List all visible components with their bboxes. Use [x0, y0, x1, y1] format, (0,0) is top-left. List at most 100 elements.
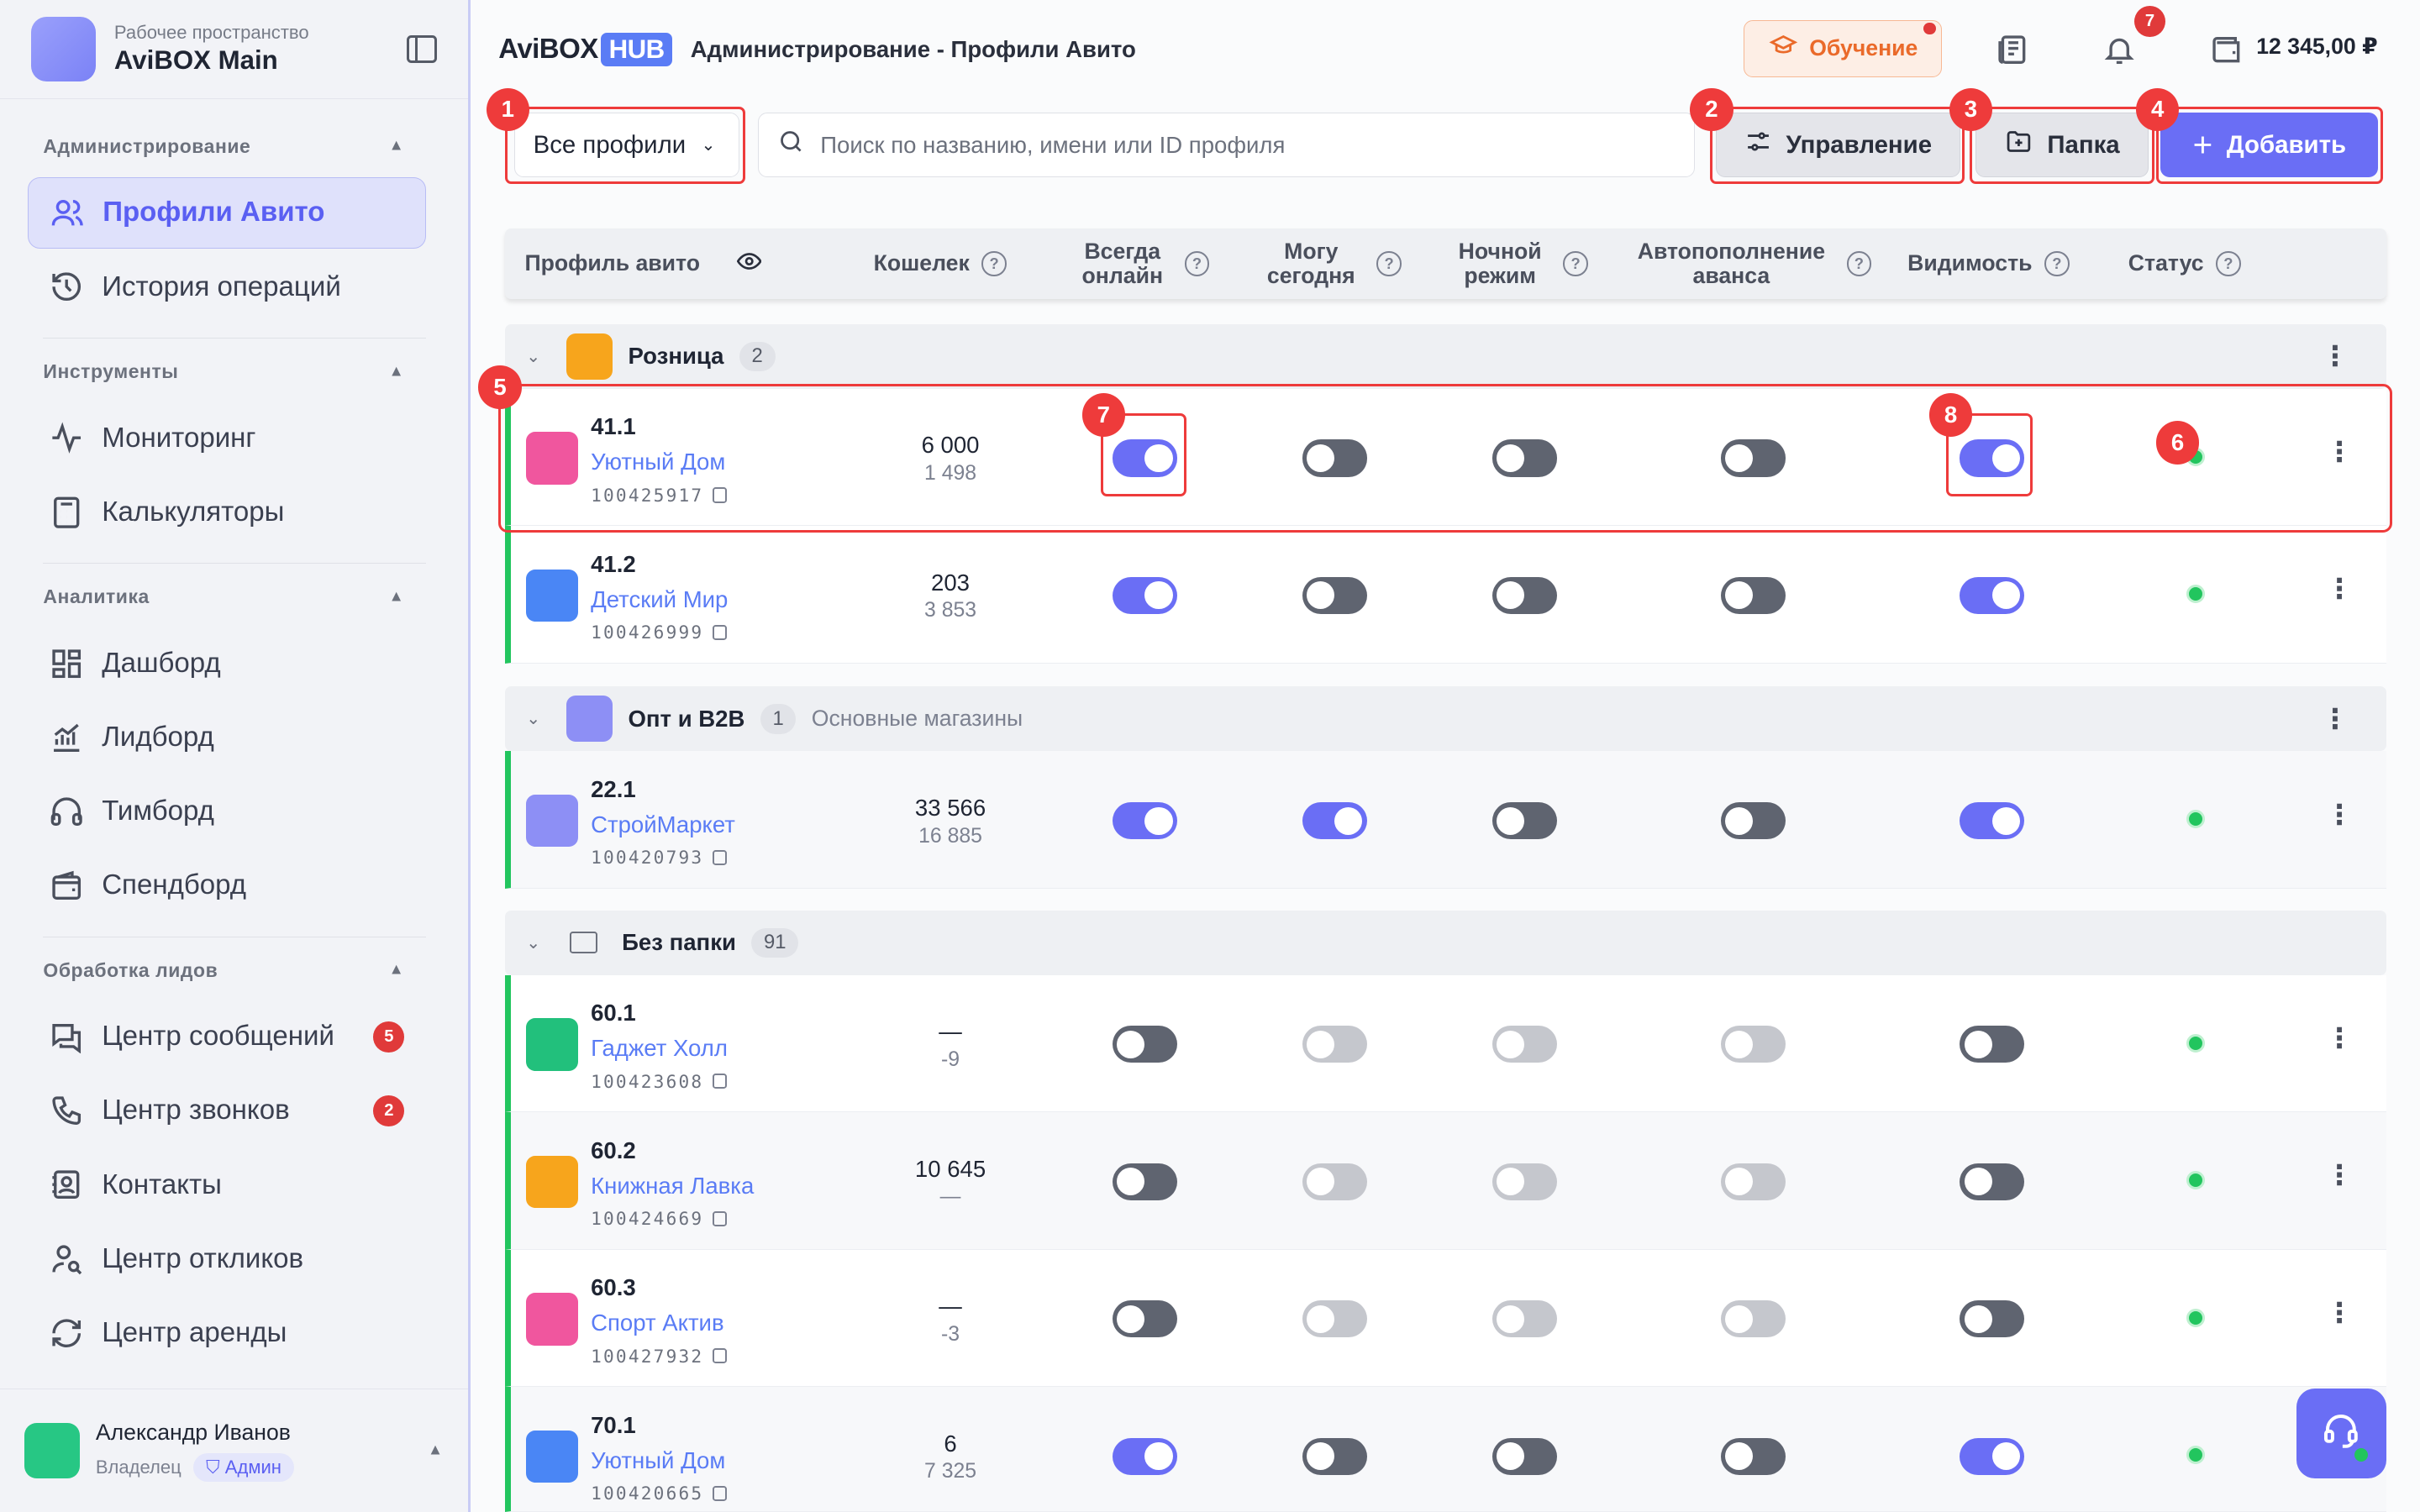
chevron-up-icon[interactable]: ▼	[428, 1441, 443, 1460]
copy-icon[interactable]	[713, 487, 727, 503]
col-visibility[interactable]: Видимость?	[1907, 228, 2070, 299]
folder-button[interactable]: Папка	[1975, 113, 2149, 178]
sidebar-item-avito-profiles[interactable]: Профили Авито	[28, 177, 426, 249]
toggle-visibility[interactable]	[1960, 439, 2025, 477]
more-vertical-icon[interactable]: ⋮	[2326, 1021, 2354, 1055]
help-icon[interactable]: ?	[1376, 251, 1402, 276]
workspace-switcher[interactable]: Рабочее пространство AviBOX Main	[0, 0, 469, 99]
more-vertical-icon[interactable]: ⋮	[2326, 572, 2354, 606]
more-vertical-icon[interactable]: ⋮	[2326, 798, 2354, 832]
col-wallet[interactable]: Кошелек?	[874, 228, 1007, 299]
eye-icon[interactable]	[736, 251, 762, 276]
sidebar-collapse-icon[interactable]	[406, 34, 438, 63]
profile-name-link[interactable]: Гаджет Холл	[591, 1035, 728, 1062]
toggle-autofill[interactable]	[1720, 1300, 1786, 1338]
sidebar-item-contacts[interactable]: Контакты	[28, 1149, 426, 1220]
sidebar-item-calculators[interactable]: Калькуляторы	[28, 477, 426, 548]
table-row[interactable]: 41.1 Уютный Дом 100425917 6 000 1 498 ⋮	[504, 388, 2386, 527]
section-tools-header[interactable]: Инструменты ▼	[0, 356, 448, 387]
news-icon[interactable]	[1994, 31, 2031, 68]
toggle-night-mode[interactable]	[1491, 1437, 1557, 1475]
section-leads-header[interactable]: Обработка лидов ▼	[0, 955, 448, 986]
toggle-always-online[interactable]	[1112, 576, 1178, 614]
chevron-up-icon[interactable]: ▼	[388, 961, 404, 979]
copy-icon[interactable]	[713, 624, 727, 641]
toggle-night-mode[interactable]	[1491, 1300, 1557, 1338]
toggle-autofill[interactable]	[1720, 1163, 1786, 1200]
profile-name-link[interactable]: Спорт Актив	[591, 1310, 724, 1336]
toggle-always-online[interactable]	[1112, 439, 1178, 477]
chevron-up-icon[interactable]: ▼	[388, 363, 404, 381]
profile-name-link[interactable]: Уютный Дом	[591, 1447, 725, 1474]
toggle-visibility[interactable]	[1960, 1437, 2025, 1475]
more-vertical-icon[interactable]: ⋮	[2326, 435, 2354, 469]
sidebar-item-responses[interactable]: Центр откликов	[28, 1224, 426, 1294]
table-row[interactable]: 22.1 СтройМаркет 100420793 33 566 16 885 …	[504, 751, 2386, 889]
profile-name-link[interactable]: Книжная Лавка	[591, 1173, 754, 1200]
toggle-night-mode[interactable]	[1491, 576, 1557, 614]
toggle-night-mode[interactable]	[1491, 1026, 1557, 1063]
col-autofill[interactable]: Автопополнение аванса?	[1638, 228, 1872, 299]
toggle-night-mode[interactable]	[1491, 1163, 1557, 1200]
manage-button[interactable]: Управление	[1716, 113, 1960, 178]
profile-filter-select[interactable]: Все профили ⌄	[513, 113, 739, 178]
sidebar-item-leadboard[interactable]: Лидборд	[28, 702, 426, 773]
copy-icon[interactable]	[713, 1074, 727, 1089]
toggle-autofill[interactable]	[1720, 1026, 1786, 1063]
toggle-always-online[interactable]	[1112, 802, 1178, 840]
toggle-autofill[interactable]	[1720, 439, 1786, 477]
table-row[interactable]: 60.2 Книжная Лавка 100424669 10 645 — ⋮	[504, 1112, 2386, 1250]
bell-icon[interactable]	[2101, 31, 2138, 68]
group-header-retail[interactable]: ⌄ Розница 2 ⋮	[504, 323, 2386, 389]
col-always-online[interactable]: Всегда онлайн?	[1082, 228, 1210, 299]
col-can-today[interactable]: Могу сегодня?	[1267, 228, 1402, 299]
sidebar-item-dashboard[interactable]: Дашборд	[28, 628, 426, 699]
col-status[interactable]: Статус?	[2128, 228, 2241, 299]
help-icon[interactable]: ?	[2044, 251, 2070, 276]
group-header-no-folder[interactable]: ⌄ Без папки 91	[504, 910, 2386, 975]
chevron-down-icon[interactable]: ⌄	[526, 346, 550, 367]
toggle-always-online[interactable]	[1112, 1300, 1178, 1338]
more-vertical-icon[interactable]: ⋮	[2326, 1296, 2354, 1330]
sidebar-item-calls[interactable]: Центр звонков 2	[28, 1075, 426, 1146]
help-icon[interactable]: ?	[1563, 251, 1588, 276]
toggle-autofill[interactable]	[1720, 1437, 1786, 1475]
chevron-down-icon[interactable]: ⌄	[526, 932, 550, 953]
sidebar-item-history[interactable]: История операций	[28, 251, 426, 322]
learn-button[interactable]: Обучение	[1744, 19, 1942, 77]
toggle-can-today[interactable]	[1302, 1437, 1367, 1475]
table-row[interactable]: 70.1 Уютный Дом 100420665 67 325 ⋮	[504, 1387, 2386, 1512]
toggle-visibility[interactable]	[1960, 1163, 2025, 1200]
toggle-night-mode[interactable]	[1491, 439, 1557, 477]
toggle-always-online[interactable]	[1112, 1026, 1178, 1063]
copy-icon[interactable]	[713, 1210, 727, 1226]
help-icon[interactable]: ?	[2216, 251, 2241, 276]
wallet-icon[interactable]	[2208, 31, 2245, 68]
sidebar-item-messages[interactable]: Центр сообщений 5	[28, 1001, 426, 1072]
chevron-up-icon[interactable]: ▼	[388, 588, 404, 606]
help-icon[interactable]: ?	[981, 251, 1007, 276]
col-profile[interactable]: Профиль авито	[524, 228, 762, 299]
toggle-can-today[interactable]	[1302, 439, 1367, 477]
toggle-autofill[interactable]	[1720, 576, 1786, 614]
search-input[interactable]	[820, 131, 1655, 159]
profile-name-link[interactable]: Детский Мир	[591, 586, 728, 613]
toggle-always-online[interactable]	[1112, 1437, 1178, 1475]
toggle-autofill[interactable]	[1720, 802, 1786, 840]
toggle-can-today[interactable]	[1302, 1026, 1367, 1063]
more-vertical-icon[interactable]: ⋮	[2326, 1158, 2354, 1192]
sidebar-item-monitoring[interactable]: Мониторинг	[28, 402, 426, 473]
group-header-wholesale[interactable]: ⌄ Опт и B2B 1 Основные магазины ⋮	[504, 686, 2386, 752]
table-row[interactable]: 60.1 Гаджет Холл 100423608 — -9 ⋮	[504, 974, 2386, 1113]
help-icon[interactable]: ?	[1184, 251, 1210, 276]
toggle-can-today[interactable]	[1302, 1163, 1367, 1200]
toggle-can-today[interactable]	[1302, 802, 1367, 840]
col-night-mode[interactable]: Ночной режим?	[1459, 228, 1588, 299]
more-vertical-icon[interactable]: ⋮	[2321, 339, 2349, 373]
brand-logo[interactable]: AviBOX HUB	[498, 32, 672, 66]
add-button[interactable]: + Добавить	[2160, 113, 2379, 178]
section-admin-header[interactable]: Администрирование ▼	[0, 131, 448, 162]
table-row[interactable]: 41.2 Детский Мир 100426999 203 3 853 ⋮	[504, 526, 2386, 664]
toggle-visibility[interactable]	[1960, 802, 2025, 840]
profile-name-link[interactable]: Уютный Дом	[591, 449, 725, 475]
